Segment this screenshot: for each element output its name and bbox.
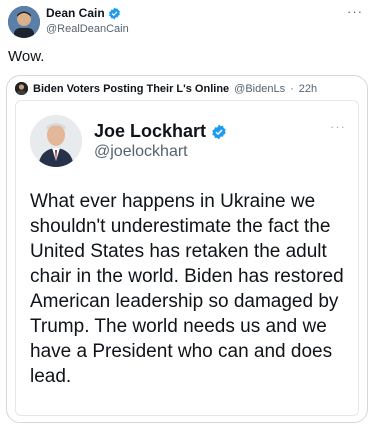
quote-timestamp[interactable]: 22h (299, 83, 317, 95)
card-author-name: Joe Lockhart (94, 121, 207, 141)
author-handle[interactable]: @RealDeanCain (46, 23, 129, 35)
tweet-header: Dean Cain @RealDeanCain ··· (0, 0, 375, 44)
quote-author-name[interactable]: Biden Voters Posting Their L's Online (33, 83, 229, 95)
quote-author-handle[interactable]: @BidenLs (234, 83, 285, 95)
card-author-avatar (30, 115, 82, 167)
quote-avatar (15, 82, 28, 95)
quote-tweet[interactable]: Biden Voters Posting Their L's Online @B… (6, 75, 368, 423)
more-options-icon: ··· (330, 119, 346, 134)
quote-header: Biden Voters Posting Their L's Online @B… (15, 82, 317, 95)
more-options-icon[interactable]: ··· (347, 4, 363, 19)
card-body-text: What ever happens in Ukraine we shouldn'… (30, 191, 344, 387)
tweet-text: Wow. (8, 48, 45, 65)
verified-badge-icon (212, 124, 226, 139)
verified-badge-icon (108, 7, 120, 19)
card-author-handle: @joelockhart (94, 143, 188, 160)
screenshot-card: Joe Lockhart @joelockhart ··· What ever … (15, 100, 359, 416)
author-name[interactable]: Dean Cain (46, 6, 105, 20)
author-avatar[interactable] (8, 6, 40, 38)
quote-separator: · (290, 82, 294, 95)
